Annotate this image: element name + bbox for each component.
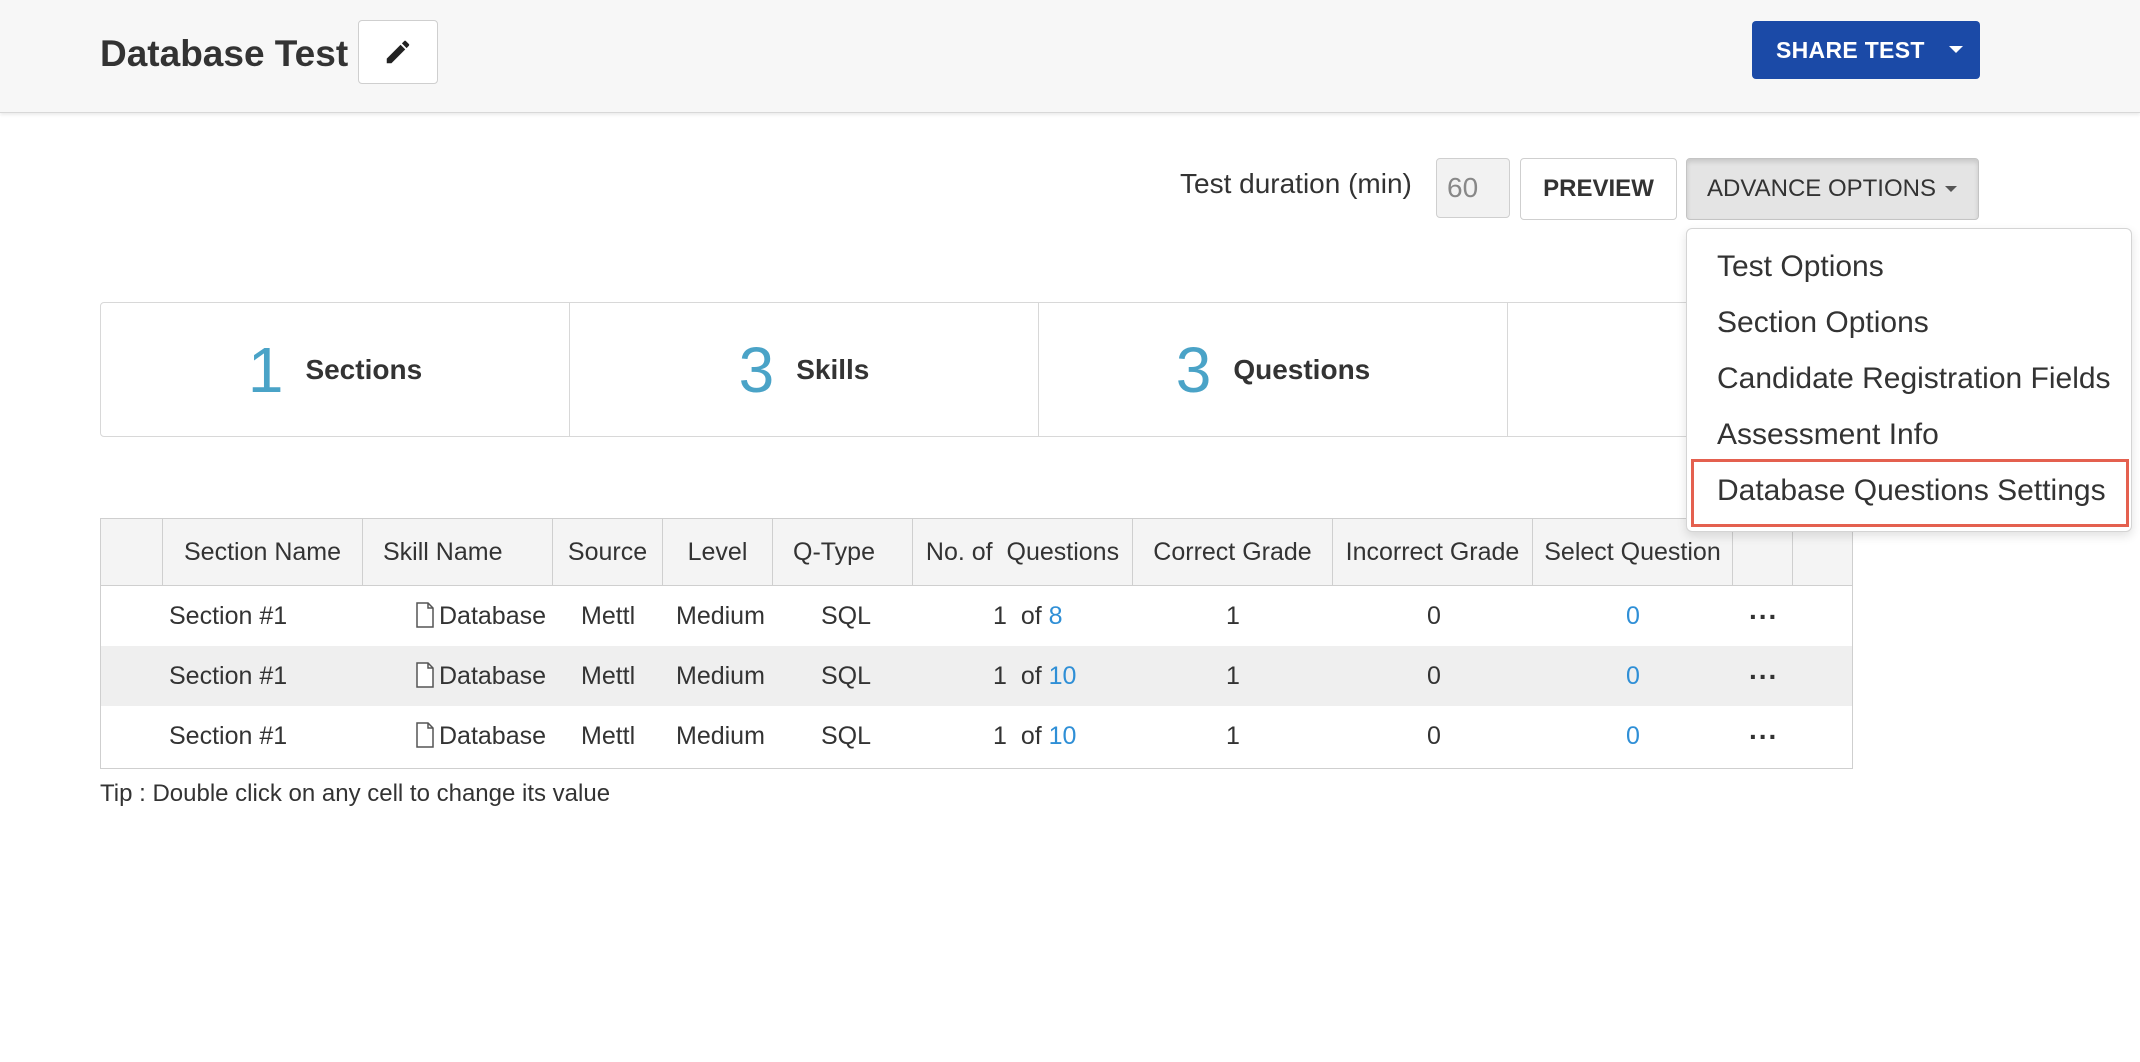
duration-label: Test duration (min) [1180, 168, 1412, 199]
cell-section-name[interactable]: Section #1 [169, 646, 287, 706]
stat-label: Questions [1233, 353, 1371, 385]
stat-label: Sections [305, 353, 423, 385]
cell-no-of-questions[interactable]: 1 of 10 [993, 706, 1076, 766]
cell-skill-name[interactable]: Database [415, 586, 546, 646]
row-more-button[interactable]: ... [1749, 580, 1778, 640]
stat-number: 3 [738, 333, 775, 406]
stat-label: Skills [796, 353, 870, 385]
caret-down-icon [1949, 46, 1963, 53]
stat-skills: 3 Skills [570, 303, 1039, 436]
column-header-no-of-questions[interactable]: No. of Questions [913, 519, 1133, 585]
cell-source[interactable]: Mettl [581, 646, 635, 706]
tip-text: Tip : Double click on any cell to change… [100, 780, 611, 807]
stat-number: 1 [247, 333, 284, 406]
row-more-button[interactable]: ... [1749, 640, 1778, 700]
cell-no-of-questions[interactable]: 1 of 8 [993, 586, 1063, 646]
total-questions-link[interactable]: 10 [1049, 722, 1077, 750]
preview-button[interactable]: PREVIEW [1520, 158, 1677, 220]
share-dropdown-toggle[interactable] [1932, 21, 1980, 79]
of-text: of [1020, 602, 1042, 630]
menu-item-candidate-registration-fields[interactable]: Candidate Registration Fields [1687, 351, 2133, 407]
column-header-source[interactable]: Source [553, 519, 663, 585]
pencil-icon [386, 40, 410, 64]
advance-options-button[interactable]: ADVANCE OPTIONS [1686, 158, 1979, 220]
cell-level[interactable]: Medium [676, 646, 765, 706]
cell-section-name[interactable]: Section #1 [169, 586, 287, 646]
cell-source[interactable]: Mettl [581, 706, 635, 766]
cell-q-type[interactable]: SQL [821, 646, 871, 706]
summary-stats: 1 Sections 3 Skills 3 Questions 3 [100, 302, 1930, 437]
column-header-section-name[interactable]: Section Name [163, 519, 363, 585]
of-text: of [1020, 722, 1042, 750]
advance-options-menu: Test Options Section Options Candidate R… [1686, 228, 2132, 532]
document-icon [416, 602, 434, 629]
question-count: 1 [993, 602, 1007, 630]
cell-skill-name[interactable]: Database [415, 646, 546, 706]
cell-level[interactable]: Medium [676, 586, 765, 646]
row-more-button[interactable]: ... [1749, 700, 1778, 760]
stat-number: 3 [1175, 333, 1212, 406]
cell-correct-grade[interactable]: 1 [1226, 586, 1240, 646]
of-text: of [1020, 662, 1042, 690]
cell-source[interactable]: Mettl [581, 586, 635, 646]
column-header-q-type[interactable]: Q-Type [773, 519, 913, 585]
cell-incorrect-grade[interactable]: 0 [1427, 646, 1441, 706]
table-row[interactable]: Section #1 Database Mettl Medium SQL 1 o… [101, 646, 1852, 706]
question-count: 1 [993, 662, 1007, 690]
skill-name-text: Database [439, 662, 547, 690]
total-questions-link[interactable]: 8 [1049, 602, 1063, 630]
sections-table: Section Name Skill Name Source Level Q-T… [100, 518, 1853, 769]
cell-correct-grade[interactable]: 1 [1226, 706, 1240, 766]
column-header-level[interactable]: Level [663, 519, 773, 585]
column-header-incorrect-grade[interactable]: Incorrect Grade [1333, 519, 1533, 585]
caret-down-icon [1944, 186, 1957, 192]
cell-q-type[interactable]: SQL [821, 586, 871, 646]
stat-sections: 1 Sections [101, 303, 570, 436]
page-title: Database Test [100, 33, 349, 74]
cell-skill-name[interactable]: Database [415, 706, 546, 766]
document-icon [416, 662, 434, 689]
duration-input[interactable] [1436, 158, 1510, 218]
question-count: 1 [993, 722, 1007, 750]
menu-item-assessment-info[interactable]: Assessment Info [1687, 407, 2133, 463]
document-icon [416, 722, 434, 749]
cell-level[interactable]: Medium [676, 706, 765, 766]
table-row[interactable]: Section #1 Database Mettl Medium SQL 1 o… [101, 706, 1852, 766]
cell-select-question[interactable]: 0 [1626, 586, 1640, 646]
menu-item-database-questions-settings[interactable]: Database Questions Settings [1687, 463, 2133, 519]
table-header: Section Name Skill Name Source Level Q-T… [101, 519, 1852, 586]
column-header-skill-name[interactable]: Skill Name [363, 519, 553, 585]
stat-questions: 3 Questions [1039, 303, 1508, 436]
edit-title-button[interactable] [358, 20, 438, 84]
cell-correct-grade[interactable]: 1 [1226, 646, 1240, 706]
advance-options-label: ADVANCE OPTIONS [1707, 175, 1936, 202]
cell-incorrect-grade[interactable]: 0 [1427, 706, 1441, 766]
cell-q-type[interactable]: SQL [821, 706, 871, 766]
column-header-blank [101, 519, 163, 585]
menu-item-test-options[interactable]: Test Options [1687, 239, 2133, 295]
menu-item-section-options[interactable]: Section Options [1687, 295, 2133, 351]
cell-select-question[interactable]: 0 [1626, 706, 1640, 766]
total-questions-link[interactable]: 10 [1049, 662, 1077, 690]
share-test-label: SHARE TEST [1776, 37, 1925, 63]
skill-name-text: Database [439, 602, 547, 630]
cell-no-of-questions[interactable]: 1 of 10 [993, 646, 1076, 706]
cell-incorrect-grade[interactable]: 0 [1427, 586, 1441, 646]
cell-section-name[interactable]: Section #1 [169, 706, 287, 766]
top-header: Database Test SHARE TEST [0, 0, 2140, 113]
skill-name-text: Database [439, 722, 547, 750]
cell-select-question[interactable]: 0 [1626, 646, 1640, 706]
column-header-correct-grade[interactable]: Correct Grade [1133, 519, 1333, 585]
share-test-button[interactable]: SHARE TEST [1752, 21, 1980, 79]
table-row[interactable]: Section #1 Database Mettl Medium SQL 1 o… [101, 586, 1852, 646]
